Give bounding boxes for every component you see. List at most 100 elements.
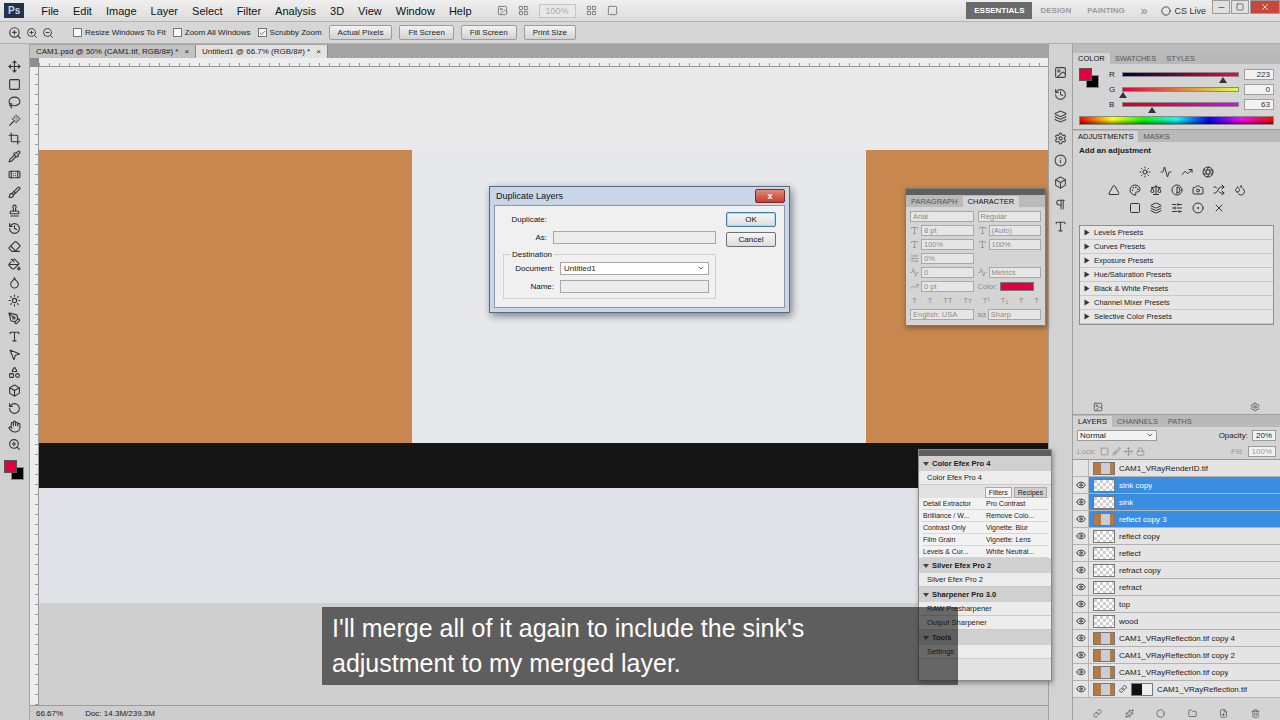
tool-button[interactable] [5, 328, 25, 344]
panel-tab[interactable]: ADJUSTMENTS [1073, 131, 1138, 142]
layer-row[interactable]: wood [1073, 613, 1280, 630]
type-style-button[interactable]: T [1019, 296, 1024, 305]
expand-caret-icon[interactable] [1085, 314, 1090, 320]
zoom-in-icon[interactable] [26, 27, 38, 39]
layer-row[interactable]: reflect copy 3 [1073, 511, 1280, 528]
menu-item[interactable]: Help [442, 5, 479, 17]
type-style-button[interactable]: T¹ [982, 296, 990, 305]
close-button[interactable] [1250, 0, 1280, 14]
type-style-button[interactable]: Tт [963, 296, 972, 305]
layer-row[interactable]: reflect copy [1073, 528, 1280, 545]
hue-saturation-icon[interactable] [1129, 184, 1141, 196]
font-size-field[interactable]: 8 pt [910, 225, 974, 236]
layer-row[interactable]: CAM1_VRayReflection.tif copy 4 [1073, 630, 1280, 647]
tool-button[interactable] [5, 220, 25, 236]
tool-button[interactable] [5, 364, 25, 380]
color-swatches[interactable] [4, 460, 26, 482]
type-style-button[interactable]: T₁ [1001, 296, 1009, 305]
vibrance-icon[interactable] [1108, 184, 1120, 196]
efex-filter[interactable]: Pro Contrast [985, 498, 1048, 510]
selective-color-icon[interactable] [1192, 202, 1204, 214]
layer-row[interactable]: refract [1073, 579, 1280, 596]
screen-mode-icon[interactable] [607, 5, 618, 16]
efex-filter[interactable]: Contrast Only [922, 522, 985, 534]
panel-tab[interactable]: CHANNELS [1112, 416, 1163, 427]
panel-tab[interactable]: SWATCHES [1110, 53, 1162, 64]
efex-filter[interactable]: White Neutral... [985, 546, 1048, 558]
visibility-toggle[interactable] [1073, 664, 1089, 680]
visibility-toggle[interactable] [1073, 562, 1089, 578]
new-group-icon[interactable] [1188, 709, 1197, 718]
tool-button[interactable] [5, 94, 25, 110]
menu-item[interactable]: Filter [230, 5, 268, 17]
preset-row[interactable]: Exposure Presets [1080, 254, 1273, 268]
efex-filter[interactable]: Detail Extractor [922, 498, 985, 510]
expand-caret-icon[interactable] [1085, 258, 1090, 264]
color-chips[interactable] [1079, 68, 1101, 90]
tool-button[interactable] [5, 238, 25, 254]
menu-item[interactable]: Image [99, 5, 144, 17]
leading-field[interactable]: (Auto) [978, 225, 1042, 236]
add-mask-icon[interactable] [1156, 709, 1165, 718]
option-button[interactable]: Fit Screen [399, 25, 453, 40]
horizontal-scale-field[interactable]: 100% [978, 239, 1042, 250]
new-layer-icon[interactable] [1219, 709, 1228, 718]
visibility-toggle[interactable] [1073, 613, 1089, 629]
more-workspaces-button[interactable]: » [1133, 4, 1156, 18]
efex-launch-item[interactable]: Color Efex Pro 4 [919, 471, 1051, 485]
tab-close-button[interactable]: × [316, 47, 321, 56]
layer-row[interactable]: sink copy [1073, 477, 1280, 494]
tracking-field[interactable]: 0 [910, 267, 974, 278]
option-checkbox[interactable]: Resize Windows To Fit [73, 28, 166, 37]
layer-comps-icon[interactable] [1054, 110, 1067, 123]
launch-bridge-icon[interactable] [497, 5, 508, 16]
fill-field[interactable]: 100% [1248, 446, 1276, 457]
foreground-color-chip[interactable] [1079, 68, 1092, 81]
visibility-toggle[interactable] [1073, 681, 1089, 697]
tool-button[interactable] [5, 112, 25, 128]
efex-item[interactable]: Silver Efex Pro 2 [919, 573, 1051, 587]
type-style-button[interactable]: T [912, 296, 917, 305]
efex-filter[interactable]: Vignette: Lens [985, 534, 1048, 546]
option-button[interactable]: Print Size [524, 25, 576, 40]
zoom-out-icon[interactable] [42, 27, 54, 39]
expand-caret-icon[interactable] [1085, 230, 1090, 236]
black-white-icon[interactable] [1171, 184, 1183, 196]
visibility-toggle[interactable] [1073, 647, 1089, 663]
checkbox-box[interactable] [258, 28, 267, 37]
tool-button[interactable] [5, 184, 25, 200]
panel-tab[interactable]: MASKS [1138, 131, 1174, 142]
type-style-button[interactable]: TT [943, 296, 953, 305]
layer-row[interactable]: sink [1073, 494, 1280, 511]
channel-value[interactable]: 63 [1244, 99, 1274, 110]
panel-tab[interactable]: CHARACTER [963, 196, 1020, 207]
clip-icon[interactable] [1093, 402, 1103, 412]
visibility-toggle[interactable] [1073, 494, 1089, 510]
channel-slider[interactable] [1122, 72, 1239, 77]
layer-row[interactable]: CAM1_VRayReflection.tif [1073, 681, 1280, 698]
slider-marker[interactable] [1219, 77, 1227, 83]
character-icon[interactable] [1054, 220, 1067, 233]
panel-tab[interactable]: COLOR [1073, 53, 1110, 64]
paragraph-icon[interactable] [1054, 198, 1067, 211]
preset-row[interactable]: Black & White Presets [1080, 282, 1273, 296]
color-spectrum[interactable] [1079, 116, 1274, 125]
efex-filter[interactable]: Brilliance / W... [922, 510, 985, 522]
tool-button[interactable] [5, 76, 25, 92]
curves-icon[interactable] [1181, 166, 1193, 178]
posterize-icon[interactable] [1129, 202, 1141, 214]
menu-item[interactable]: Edit [66, 5, 99, 17]
efex-section-title[interactable]: Silver Efex Pro 2 [919, 558, 1051, 573]
type-style-button[interactable]: T [927, 296, 932, 305]
photo-filter-icon[interactable] [1192, 184, 1204, 196]
text-color-field[interactable]: Color: [978, 282, 1042, 291]
font-family-field[interactable]: Arial [910, 211, 974, 222]
dialog-button[interactable]: OK [726, 212, 776, 227]
tool-button[interactable] [5, 382, 25, 398]
dialog-button[interactable]: Cancel [726, 232, 776, 247]
layer-row[interactable]: reflect [1073, 545, 1280, 562]
checkbox-box[interactable] [173, 28, 182, 37]
channel-slider[interactable] [1122, 102, 1239, 107]
opacity-field[interactable]: 20% [1252, 430, 1276, 441]
menu-item[interactable]: Window [389, 5, 442, 17]
